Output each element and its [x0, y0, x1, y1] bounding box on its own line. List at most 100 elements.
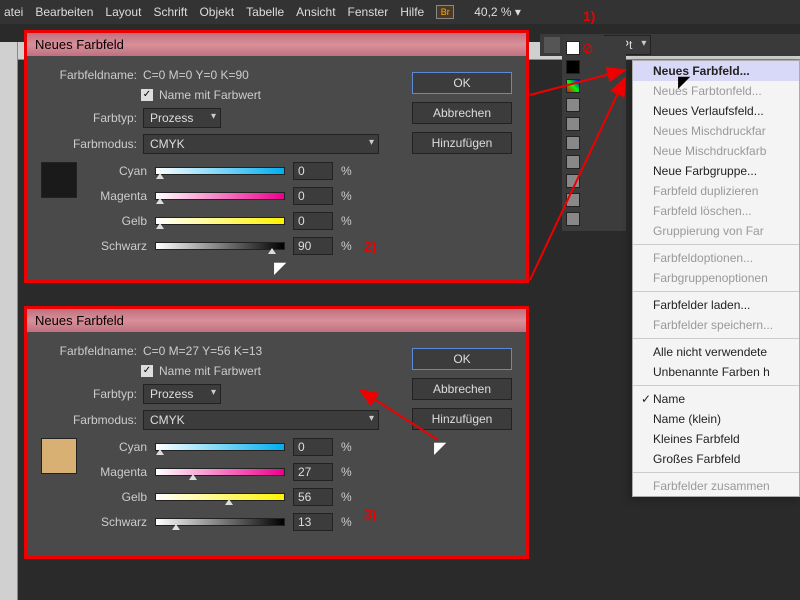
percent-label: % — [341, 515, 352, 529]
zoom-level[interactable]: 40,2 % ▾ — [474, 5, 521, 19]
channel-slider[interactable] — [155, 167, 285, 175]
checkbox-name-with-value[interactable]: ✓ — [141, 89, 153, 101]
menu-item[interactable]: Hilfe — [400, 5, 424, 19]
none-icon: ⊘ — [582, 40, 594, 57]
colormode-select[interactable]: CMYK — [143, 410, 379, 430]
channel-slider[interactable] — [155, 468, 285, 476]
menu-separator — [633, 338, 799, 339]
menu-item[interactable]: Unbenannte Farben h — [633, 362, 799, 382]
menu-item: Farbfelder speichern... — [633, 315, 799, 335]
name-value: C=0 M=0 Y=0 K=90 — [143, 68, 249, 82]
channel-label: Gelb — [89, 490, 147, 504]
menu-item: Neues Mischdruckfar — [633, 121, 799, 141]
menu-item: Farbgruppenoptionen — [633, 268, 799, 288]
name-label: Farbfeldname: — [41, 344, 137, 358]
checkbox-name-with-value[interactable]: ✓ — [141, 365, 153, 377]
channel-value[interactable]: 27 — [293, 463, 333, 481]
menu-item[interactable]: Ansicht — [296, 5, 335, 19]
menu-item[interactable]: Objekt — [199, 5, 234, 19]
menu-separator — [633, 291, 799, 292]
annotation-2: 2) — [364, 238, 376, 254]
swatches-panel[interactable]: ⊘ — [562, 36, 626, 231]
channel-slider[interactable] — [155, 493, 285, 501]
channel-label: Magenta — [89, 189, 147, 203]
percent-label: % — [341, 214, 352, 228]
colormode-label: Farbmodus: — [41, 413, 137, 427]
menu-item[interactable]: Fenster — [348, 5, 389, 19]
channel-value[interactable]: 56 — [293, 488, 333, 506]
percent-label: % — [341, 239, 352, 253]
colortype-select[interactable]: Prozess — [143, 384, 221, 404]
menu-item[interactable]: Farbfelder laden... — [633, 295, 799, 315]
menu-item[interactable]: atei — [4, 5, 23, 19]
channel-label: Magenta — [89, 465, 147, 479]
channel-value[interactable]: 0 — [293, 212, 333, 230]
name-value: C=0 M=27 Y=56 K=13 — [143, 344, 262, 358]
channel-slider[interactable] — [155, 217, 285, 225]
channel-label: Schwarz — [89, 239, 147, 253]
add-button[interactable]: Hinzufügen — [412, 132, 512, 154]
channel-label: Schwarz — [89, 515, 147, 529]
channel-value[interactable]: 13 — [293, 513, 333, 531]
percent-label: % — [341, 189, 352, 203]
cancel-button[interactable]: Abbrechen — [412, 102, 512, 124]
menu-item[interactable]: Kleines Farbfeld — [633, 429, 799, 449]
cancel-button[interactable]: Abbrechen — [412, 378, 512, 400]
menu-item[interactable]: Schrift — [153, 5, 187, 19]
menu-item[interactable]: Alle nicht verwendete — [633, 342, 799, 362]
channel-value[interactable]: 0 — [293, 438, 333, 456]
dialog-title: Neues Farbfeld — [27, 309, 526, 332]
bridge-icon[interactable]: Br — [436, 5, 454, 19]
channel-label: Gelb — [89, 214, 147, 228]
menu-item: Farbfeld löschen... — [633, 201, 799, 221]
channel-value[interactable]: 0 — [293, 162, 333, 180]
menu-item: Farbfeldoptionen... — [633, 248, 799, 268]
annotation-1: 1) — [583, 8, 595, 24]
channel-slider[interactable] — [155, 192, 285, 200]
menu-item: Neues Farbtonfeld... — [633, 81, 799, 101]
channel-slider[interactable] — [155, 242, 285, 250]
menu-item: Farbfeld duplizieren — [633, 181, 799, 201]
name-label: Farbfeldname: — [41, 68, 137, 82]
swatch-preview — [41, 438, 77, 474]
percent-label: % — [341, 490, 352, 504]
menu-item[interactable]: Layout — [105, 5, 141, 19]
checkbox-label: Name mit Farbwert — [159, 364, 261, 378]
dialog-title: Neues Farbfeld — [27, 33, 526, 56]
percent-label: % — [341, 440, 352, 454]
colormode-select[interactable]: CMYK — [143, 134, 379, 154]
menubar[interactable]: atei Bearbeiten Layout Schrift Objekt Ta… — [0, 0, 800, 24]
percent-label: % — [341, 164, 352, 178]
channel-label: Cyan — [89, 440, 147, 454]
menu-item: Farbfelder zusammen — [633, 476, 799, 496]
swatches-flyout-menu[interactable]: Neues Farbfeld...Neues Farbtonfeld...Neu… — [632, 60, 800, 497]
menu-item[interactable]: Tabelle — [246, 5, 284, 19]
menu-item: Neue Mischdruckfarb — [633, 141, 799, 161]
menu-item[interactable]: Neue Farbgruppe... — [633, 161, 799, 181]
colortype-select[interactable]: Prozess — [143, 108, 221, 128]
new-swatch-dialog-1: Neues Farbfeld Farbfeldname: C=0 M=0 Y=0 … — [24, 30, 529, 283]
menu-separator — [633, 244, 799, 245]
menu-item[interactable]: Bearbeiten — [35, 5, 93, 19]
menu-item[interactable]: Neues Farbfeld... — [633, 61, 799, 81]
tool-icon[interactable] — [544, 37, 560, 53]
checkbox-label: Name mit Farbwert — [159, 88, 261, 102]
ok-button[interactable]: OK — [412, 348, 512, 370]
swatch-preview — [41, 162, 77, 198]
add-button[interactable]: Hinzufügen — [412, 408, 512, 430]
annotation-3: 3) — [364, 506, 376, 522]
colormode-label: Farbmodus: — [41, 137, 137, 151]
channel-label: Cyan — [89, 164, 147, 178]
menu-item[interactable]: Großes Farbfeld — [633, 449, 799, 469]
channel-slider[interactable] — [155, 518, 285, 526]
menu-item[interactable]: Neues Verlaufsfeld... — [633, 101, 799, 121]
menu-separator — [633, 385, 799, 386]
percent-label: % — [341, 465, 352, 479]
menu-item[interactable]: Name (klein) — [633, 409, 799, 429]
channel-value[interactable]: 0 — [293, 187, 333, 205]
colortype-label: Farbtyp: — [41, 111, 137, 125]
menu-item[interactable]: Name — [633, 389, 799, 409]
channel-value[interactable]: 90 — [293, 237, 333, 255]
channel-slider[interactable] — [155, 443, 285, 451]
ok-button[interactable]: OK — [412, 72, 512, 94]
